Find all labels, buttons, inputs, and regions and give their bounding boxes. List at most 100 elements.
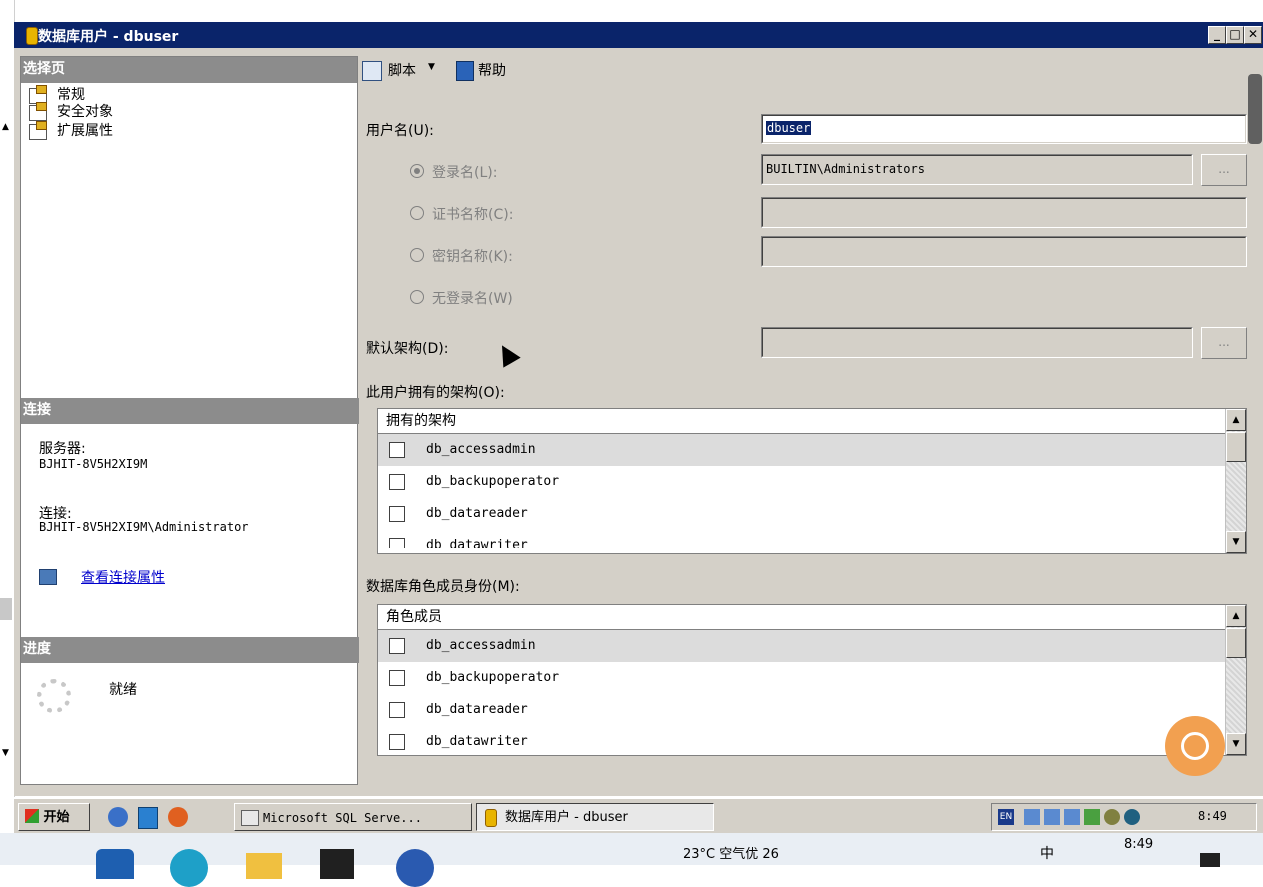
radio-icon	[410, 206, 424, 220]
user-icon[interactable]	[1024, 809, 1040, 825]
table-row[interactable]: db_datareader	[378, 498, 1225, 530]
progress-status: 就绪	[109, 682, 137, 698]
sql-agent-icon[interactable]	[1124, 809, 1140, 825]
login-name-value: BUILTIN\Administrators	[766, 162, 925, 176]
taskbar-item-db-user[interactable]: 数据库用户 - dbuser	[476, 803, 714, 831]
key-name-radio[interactable]: 密钥名称(K):	[410, 246, 513, 266]
no-login-radio[interactable]: 无登录名(W)	[410, 288, 513, 308]
host-ime-indicator[interactable]: 中	[1040, 843, 1054, 863]
default-schema-browse-button[interactable]: ...	[1201, 327, 1247, 359]
table-row[interactable]: db_accessadmin	[378, 630, 1225, 662]
scroll-up-button[interactable]: ▲	[1226, 605, 1246, 627]
scroll-down-button[interactable]: ▼	[1226, 733, 1246, 755]
role-members-scrollbar[interactable]: ▲ ▼	[1225, 605, 1246, 755]
chevron-down-icon[interactable]: ▼	[428, 62, 435, 72]
minimize-button[interactable]: _	[1208, 26, 1226, 44]
checkbox[interactable]	[389, 734, 405, 750]
scroll-thumb[interactable]	[1226, 628, 1246, 658]
checkbox[interactable]	[389, 506, 405, 522]
file-explorer-icon[interactable]	[246, 853, 282, 879]
quick-launch-icon[interactable]	[138, 807, 158, 829]
select-page-header: 选择页	[21, 57, 357, 83]
checkbox[interactable]	[389, 538, 405, 548]
checkbox[interactable]	[389, 638, 405, 654]
owned-schemas-grid[interactable]: 拥有的架构 db_accessadmin db_backupoperator d…	[377, 408, 1247, 554]
default-schema-field[interactable]	[761, 327, 1193, 358]
scroll-thumb[interactable]	[1226, 432, 1246, 462]
view-connection-properties-link[interactable]: 查看连接属性	[81, 567, 165, 587]
connection-value: BJHIT-8V5H2XI9M\Administrator	[39, 520, 249, 534]
table-row[interactable]: db_datawriter	[378, 530, 1225, 548]
cert-name-radio[interactable]: 证书名称(C):	[410, 204, 513, 224]
role-members-label: 数据库角色成员身份(M):	[366, 579, 520, 595]
user-icon[interactable]	[1064, 809, 1080, 825]
page-item-extended-properties[interactable]: 扩展属性	[21, 121, 357, 142]
start-button[interactable]: 开始	[18, 803, 90, 831]
username-field[interactable]: dbuser	[761, 114, 1247, 144]
taskbar-item-label: 数据库用户 - dbuser	[505, 810, 628, 825]
ime-indicator[interactable]: EN	[998, 809, 1014, 825]
login-name-label: 登录名(L):	[432, 165, 498, 181]
tray-clock: 8:49	[1198, 809, 1227, 823]
connection-properties-icon	[39, 569, 57, 585]
store-icon[interactable]	[96, 849, 134, 879]
no-login-label: 无登录名(W)	[432, 291, 513, 307]
user-icon[interactable]	[1044, 809, 1060, 825]
scroll-thumb[interactable]	[0, 598, 12, 620]
side-handle[interactable]	[1248, 74, 1262, 144]
table-row[interactable]: db_accessadmin	[378, 434, 1225, 466]
role-members-grid[interactable]: 角色成员 db_accessadmin db_backupoperator db…	[377, 604, 1247, 756]
login-name-radio[interactable]: 登录名(L):	[410, 162, 497, 182]
scroll-up-arrow-icon[interactable]: ▲	[2, 122, 9, 132]
owned-schemas-scrollbar[interactable]: ▲ ▼	[1225, 409, 1246, 553]
script-button[interactable]	[362, 61, 382, 81]
owned-schemas-header: 拥有的架构	[378, 409, 1225, 434]
remote-desktop-icon[interactable]	[396, 849, 434, 887]
owned-schemas-label: 此用户拥有的架构(O):	[366, 385, 505, 401]
taskbar-item-sql-server[interactable]: Microsoft SQL Serve...	[234, 803, 472, 831]
checkbox[interactable]	[389, 702, 405, 718]
cert-name-field[interactable]	[761, 197, 1247, 228]
network-icon[interactable]	[1084, 809, 1100, 825]
maximize-button[interactable]: □	[1226, 26, 1244, 44]
host-taskbar: 23°C 空气优 26 中 8:49	[0, 833, 1263, 887]
radio-selected-icon	[410, 164, 424, 178]
sql-server-icon	[241, 810, 259, 826]
page-item-label: 常规	[57, 87, 85, 103]
firefox-icon[interactable]	[168, 807, 188, 827]
login-name-field[interactable]: BUILTIN\Administrators	[761, 154, 1193, 185]
row-label: db_accessadmin	[426, 638, 536, 653]
help-button[interactable]: 帮助	[478, 60, 506, 80]
title-bar[interactable]: _ □ ✕	[14, 22, 1263, 48]
weather-text[interactable]: 23°C 空气优 26	[683, 843, 779, 862]
table-row[interactable]: db_datawriter	[378, 726, 1225, 758]
checkbox[interactable]	[389, 442, 405, 458]
briefcase-icon[interactable]	[320, 849, 354, 879]
wrench-icon	[1181, 732, 1209, 760]
database-icon	[26, 27, 38, 45]
scroll-down-arrow-icon[interactable]: ▼	[2, 748, 9, 758]
table-row[interactable]: db_backupoperator	[378, 662, 1225, 694]
toolbar: 脚本 ▼ 帮助	[358, 56, 1251, 86]
page-item-label: 扩展属性	[57, 123, 113, 139]
key-name-field[interactable]	[761, 236, 1247, 267]
login-name-browse-button[interactable]: ...	[1201, 154, 1247, 186]
page-item-securables[interactable]: 安全对象	[21, 102, 357, 123]
row-label: db_backupoperator	[426, 670, 560, 685]
scroll-down-button[interactable]: ▼	[1226, 531, 1246, 553]
checkbox[interactable]	[389, 474, 405, 490]
floating-tool-button[interactable]	[1165, 716, 1225, 776]
checkbox[interactable]	[389, 670, 405, 686]
host-clock[interactable]: 8:49	[1124, 837, 1153, 852]
database-icon	[485, 809, 497, 827]
table-row[interactable]: db_backupoperator	[378, 466, 1225, 498]
edge-icon[interactable]	[170, 849, 208, 887]
scroll-up-button[interactable]: ▲	[1226, 409, 1246, 431]
script-label[interactable]: 脚本	[388, 60, 416, 80]
ie-icon[interactable]	[108, 807, 128, 827]
close-button[interactable]: ✕	[1244, 26, 1262, 44]
username-label: 用户名(U):	[366, 123, 434, 139]
service-icon[interactable]	[1104, 809, 1120, 825]
table-row[interactable]: db_datareader	[378, 694, 1225, 726]
server-value: BJHIT-8V5H2XI9M	[39, 457, 148, 471]
